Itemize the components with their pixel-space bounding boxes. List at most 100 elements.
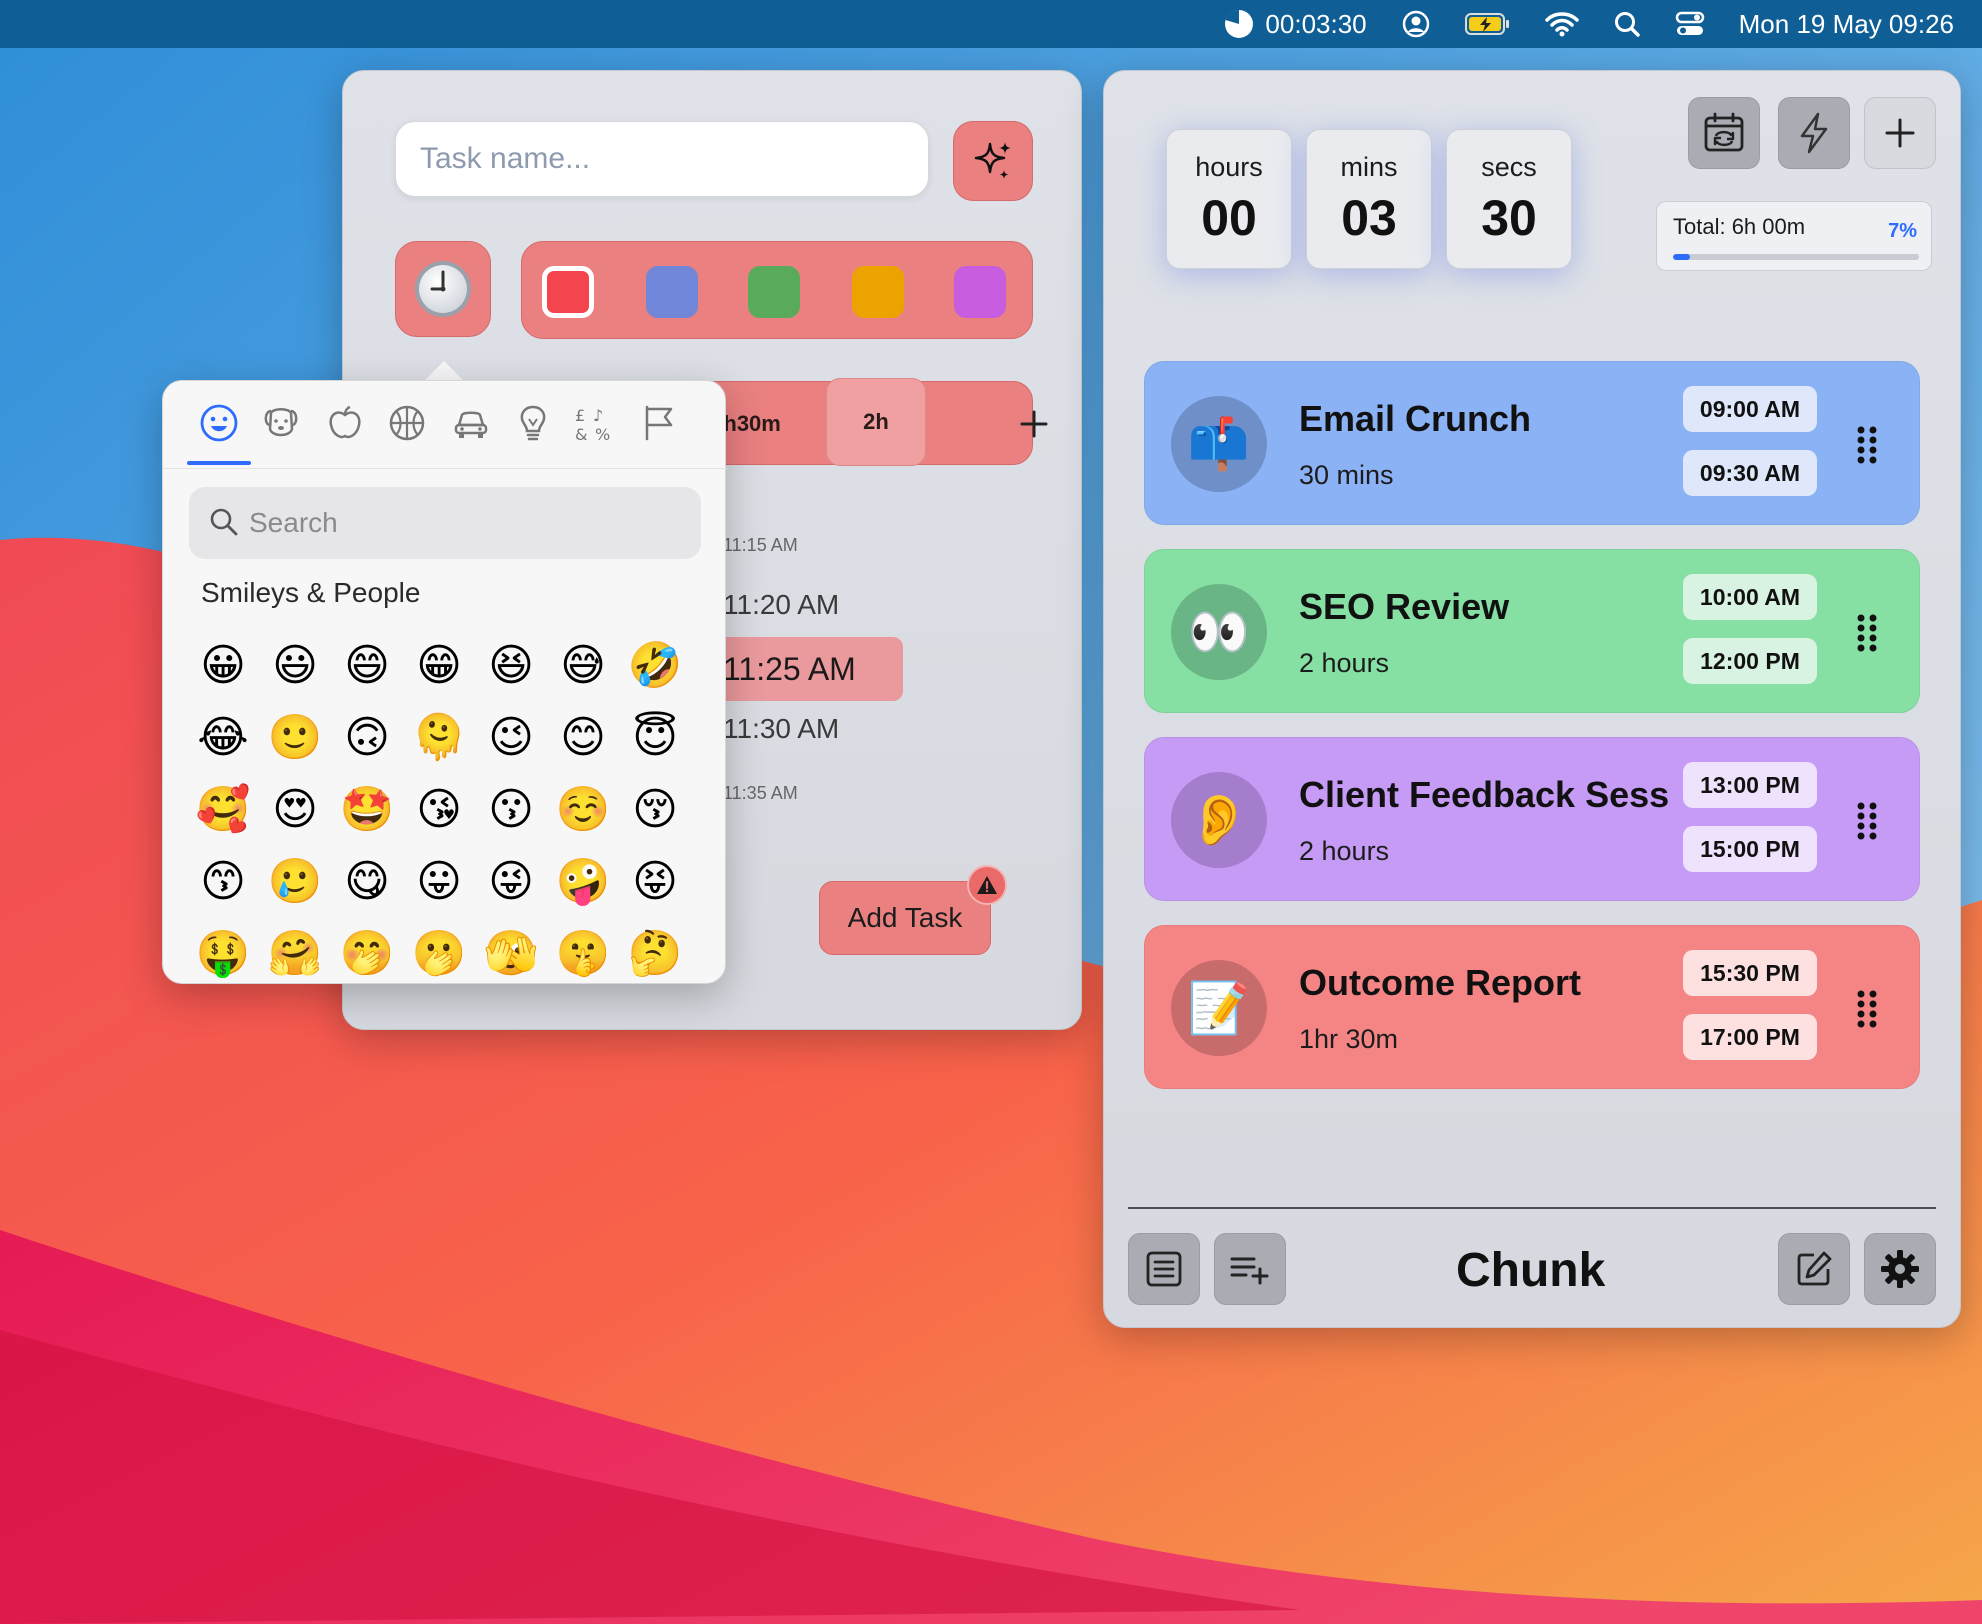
emoji-option[interactable]: 🤔 xyxy=(619,917,691,989)
emoji-option[interactable]: 🤑 xyxy=(187,917,259,989)
emoji-option[interactable]: 😜 xyxy=(475,845,547,917)
user-menu[interactable] xyxy=(1401,9,1431,39)
emoji-option[interactable]: 😛 xyxy=(403,845,475,917)
emoji-option[interactable]: 😉 xyxy=(475,701,547,773)
battery-menu[interactable] xyxy=(1464,11,1511,37)
seconds-display: secs 30 xyxy=(1446,129,1572,269)
emoji-option[interactable]: 😀 xyxy=(187,629,259,701)
drag-handle-icon[interactable] xyxy=(1855,424,1879,464)
emoji-option[interactable]: 🤪 xyxy=(547,845,619,917)
footer-divider xyxy=(1128,1207,1936,1209)
emoji-option[interactable]: 🤫 xyxy=(547,917,619,989)
color-swatch-green[interactable] xyxy=(748,266,800,318)
emoji-option[interactable]: 🙃 xyxy=(331,701,403,773)
emoji-option[interactable]: 😇 xyxy=(619,701,691,773)
emoji-search-input[interactable] xyxy=(249,487,689,559)
emoji-option[interactable]: 😘 xyxy=(403,773,475,845)
emoji-option[interactable]: 🤭 xyxy=(331,917,403,989)
emoji-option[interactable]: 😗 xyxy=(475,773,547,845)
task-card[interactable]: 📫 Email Crunch 30 mins 09:00 AM 09:30 AM xyxy=(1144,361,1920,525)
color-swatch-blue[interactable] xyxy=(646,266,698,318)
search-icon xyxy=(210,508,238,536)
category-animals-tab[interactable] xyxy=(259,401,303,445)
category-smileys-tab[interactable] xyxy=(197,401,241,445)
emoji-option[interactable]: 😙 xyxy=(187,845,259,917)
svg-text:£: £ xyxy=(575,406,585,425)
emoji-option[interactable]: 😁 xyxy=(403,629,475,701)
add-duration-button[interactable] xyxy=(982,382,1086,466)
emoji-option[interactable]: 🫣 xyxy=(475,917,547,989)
spotlight-menu[interactable] xyxy=(1613,10,1641,38)
drag-handle-icon[interactable] xyxy=(1855,800,1879,840)
time-option-selected[interactable]: 11:25 AM xyxy=(723,651,856,688)
category-objects-tab[interactable] xyxy=(511,401,555,445)
emoji-option[interactable]: 🥲 xyxy=(259,845,331,917)
add-to-list-button[interactable] xyxy=(1214,1233,1286,1305)
emoji-option[interactable]: 😊 xyxy=(547,701,619,773)
color-swatch-purple[interactable] xyxy=(954,266,1006,318)
task-end-time[interactable]: 12:00 PM xyxy=(1683,638,1817,684)
time-option[interactable]: 11:15 AM xyxy=(723,535,798,556)
activity-icon xyxy=(389,405,425,441)
menubar-clock[interactable]: Mon 19 May 09:26 xyxy=(1739,9,1954,40)
emoji-option[interactable]: 🙂 xyxy=(259,701,331,773)
settings-button[interactable] xyxy=(1864,1233,1936,1305)
task-end-time[interactable]: 17:00 PM xyxy=(1683,1014,1817,1060)
time-option[interactable]: 11:20 AM xyxy=(723,589,839,621)
emoji-option[interactable]: 😂 xyxy=(187,701,259,773)
emoji-option[interactable]: 😄 xyxy=(331,629,403,701)
emoji-option[interactable]: 🤣 xyxy=(619,629,691,701)
drag-handle-icon[interactable] xyxy=(1855,988,1879,1028)
task-start-time[interactable]: 13:00 PM xyxy=(1683,762,1817,808)
task-card[interactable]: 👀 SEO Review 2 hours 10:00 AM 12:00 PM xyxy=(1144,549,1920,713)
color-swatch-red[interactable] xyxy=(542,266,594,318)
category-food-tab[interactable] xyxy=(323,401,367,445)
calendar-sync-button[interactable] xyxy=(1688,97,1760,169)
task-start-time[interactable]: 09:00 AM xyxy=(1683,386,1817,432)
category-travel-tab[interactable] xyxy=(449,401,493,445)
time-option[interactable]: 11:30 AM xyxy=(723,713,839,745)
emoji-option[interactable]: ☺️ xyxy=(547,773,619,845)
edit-button[interactable] xyxy=(1778,1233,1850,1305)
time-option[interactable]: 11:35 AM xyxy=(723,783,798,804)
task-name-input[interactable] xyxy=(395,121,929,197)
emoji-option[interactable]: 😍 xyxy=(259,773,331,845)
task-end-time[interactable]: 09:30 AM xyxy=(1683,450,1817,496)
pie-timer-icon xyxy=(1225,9,1254,38)
add-task-top-button[interactable] xyxy=(1864,97,1936,169)
task-list-button[interactable] xyxy=(1128,1233,1200,1305)
emoji-option[interactable]: 😚 xyxy=(619,773,691,845)
emoji-option[interactable]: 😋 xyxy=(331,845,403,917)
control-center-menu[interactable] xyxy=(1675,10,1705,38)
task-card[interactable]: 📝 Outcome Report 1hr 30m 15:30 PM 17:00 … xyxy=(1144,925,1920,1089)
add-task-button[interactable]: Add Task xyxy=(819,881,991,955)
task-emoji-avatar: 📫 xyxy=(1171,396,1267,492)
category-activity-tab[interactable] xyxy=(385,401,429,445)
emoji-option[interactable]: 😅 xyxy=(547,629,619,701)
task-start-time[interactable]: 15:30 PM xyxy=(1683,950,1817,996)
emoji-select-button[interactable] xyxy=(395,241,491,337)
drag-handle-icon[interactable] xyxy=(1855,612,1879,652)
task-end-time[interactable]: 15:00 PM xyxy=(1683,826,1817,872)
duration-2h-button[interactable]: 2h xyxy=(826,378,926,466)
emoji-option[interactable]: 🤗 xyxy=(259,917,331,989)
category-flags-tab[interactable] xyxy=(637,401,681,445)
color-swatch-orange[interactable] xyxy=(852,266,904,318)
emoji-option[interactable]: 😃 xyxy=(259,629,331,701)
magic-suggest-button[interactable] xyxy=(953,121,1033,201)
timer-status-item[interactable]: 00:03:30 xyxy=(1223,8,1367,40)
task-emoji-avatar: 👂 xyxy=(1171,772,1267,868)
emoji-search-field xyxy=(189,487,701,559)
control-center-icon xyxy=(1675,11,1704,35)
quick-action-button[interactable] xyxy=(1778,97,1850,169)
emoji-option[interactable]: 🥰 xyxy=(187,773,259,845)
task-card[interactable]: 👂 Client Feedback Sess 2 hours 13:00 PM … xyxy=(1144,737,1920,901)
task-start-time[interactable]: 10:00 AM xyxy=(1683,574,1817,620)
emoji-option[interactable]: 🤩 xyxy=(331,773,403,845)
emoji-option[interactable]: 😆 xyxy=(475,629,547,701)
category-symbols-tab[interactable]: £ ♪ &% xyxy=(573,401,617,445)
emoji-option[interactable]: 🫢 xyxy=(403,917,475,989)
emoji-option[interactable]: 🫠 xyxy=(403,701,475,773)
emoji-option[interactable]: 😝 xyxy=(619,845,691,917)
wifi-menu[interactable] xyxy=(1544,11,1579,37)
